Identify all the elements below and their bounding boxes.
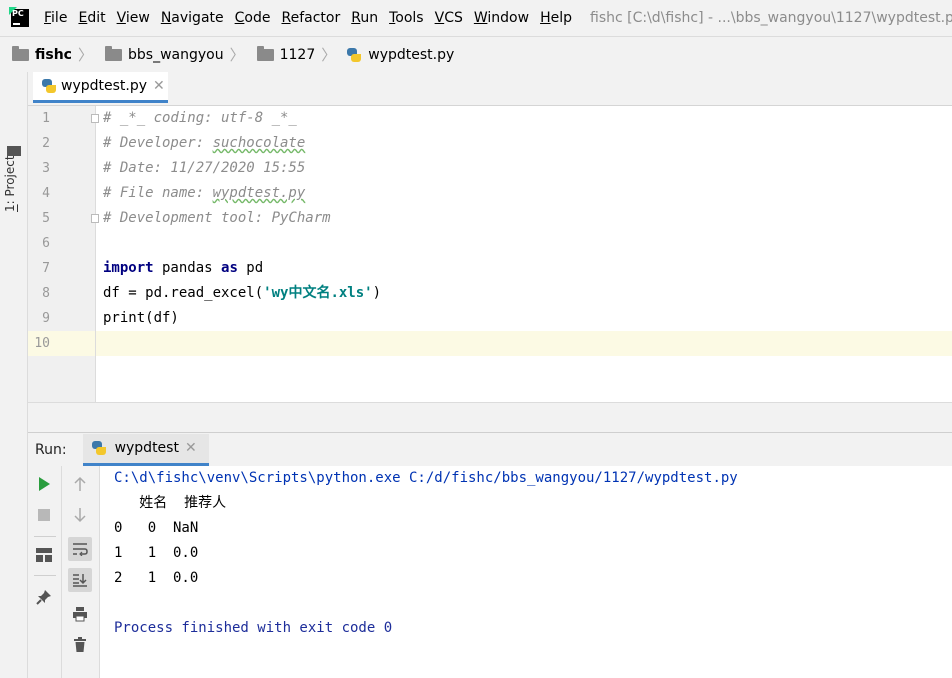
console-line-command: C:\d\fishc\venv\Scripts\python.exe C:/d/…	[114, 470, 738, 486]
arrow-down-icon	[74, 508, 86, 523]
python-file-icon	[346, 47, 362, 63]
menu-run[interactable]: Run	[351, 10, 378, 26]
menu-refactor[interactable]: Refactor	[281, 10, 340, 26]
current-line-highlight	[28, 331, 952, 356]
line-number: 2	[42, 136, 50, 151]
console-line-exit: Process finished with exit code 0	[114, 620, 393, 636]
scroll-to-end-button[interactable]	[68, 568, 92, 592]
breadcrumb: fishc 〉 bbs_wangyou 〉 1127 〉 wypdtest.py	[0, 36, 952, 73]
console-line-row: 2 1 0.0	[114, 570, 199, 586]
folder-icon	[105, 45, 122, 61]
breadcrumb-item-file[interactable]: wypdtest.py	[336, 47, 454, 63]
menu-bar: PC File Edit View Navigate Code Refactor…	[0, 0, 952, 36]
console-line-row: 0 0 NaN	[114, 520, 199, 536]
play-icon	[38, 477, 50, 491]
layout-button[interactable]	[32, 543, 56, 567]
folder-icon	[256, 45, 274, 61]
menu-help[interactable]: Help	[540, 10, 572, 26]
python-file-icon	[91, 440, 107, 456]
code-line-1: # _*_ coding: utf-8 _*_	[103, 110, 297, 126]
menu-file[interactable]: File	[44, 10, 67, 26]
print-button[interactable]	[68, 602, 92, 626]
console-line-row: 1 1 0.0	[114, 545, 199, 561]
line-number: 7	[42, 261, 50, 276]
run-console[interactable]: C:\d\fishc\venv\Scripts\python.exe C:/d/…	[100, 466, 952, 678]
run-title: Run:	[35, 441, 67, 458]
print-icon	[73, 607, 87, 622]
menu-view[interactable]: View	[117, 10, 150, 26]
breadcrumb-item-fishc[interactable]: fishc 〉	[0, 44, 93, 65]
close-icon[interactable]: ✕	[185, 440, 197, 456]
up-button[interactable]	[68, 472, 92, 496]
fold-marker-icon[interactable]	[91, 114, 99, 123]
run-toolbar-secondary	[62, 466, 100, 678]
line-number: 8	[42, 286, 50, 301]
close-icon[interactable]: ✕	[153, 78, 165, 94]
pin-tab-button[interactable]	[32, 585, 56, 609]
clear-all-button[interactable]	[68, 633, 92, 657]
left-tool-strip: 1: Project	[0, 72, 28, 678]
line-number: 1	[42, 111, 50, 126]
code-line-7: import pandas as pd	[103, 260, 264, 276]
run-tab-wypdtest[interactable]: wypdtest ✕	[82, 433, 209, 466]
code-editor[interactable]: 1 2 3 4 5 6 7 8 9 10 # _*_ coding: utf-8…	[28, 106, 952, 402]
python-file-icon	[41, 78, 57, 94]
line-number: 9	[42, 311, 50, 326]
line-number: 3	[42, 161, 50, 176]
menu-tools[interactable]: Tools	[389, 10, 424, 26]
trash-icon	[74, 637, 86, 652]
arrow-up-icon	[74, 476, 86, 491]
code-line-9: print(df)	[103, 310, 179, 326]
soft-wrap-icon	[73, 543, 88, 556]
pycharm-logo-icon: PC	[9, 7, 29, 27]
line-number: 5	[42, 211, 50, 226]
separator	[34, 575, 56, 576]
chevron-right-icon: 〉	[77, 46, 93, 64]
layout-icon	[36, 548, 52, 562]
stop-button[interactable]	[32, 503, 56, 527]
code-line-5: # Development tool: PyCharm	[103, 210, 331, 226]
console-line-header: 姓名 推荐人	[114, 495, 227, 511]
down-button[interactable]	[68, 503, 92, 527]
line-number: 10	[34, 336, 50, 351]
scroll-to-end-icon	[73, 574, 87, 587]
menu-edit[interactable]: Edit	[78, 10, 105, 26]
fold-marker-icon[interactable]	[91, 214, 99, 223]
editor-bottom-gap	[28, 402, 952, 433]
tab-wypdtest-py[interactable]: wypdtest.py ✕	[33, 72, 168, 103]
code-line-4: # File name: wypdtest.py	[103, 185, 306, 201]
breadcrumb-item-bbs-wangyou[interactable]: bbs_wangyou 〉	[93, 44, 245, 65]
code-line-2: # Developer: suchocolate	[103, 135, 306, 151]
window-title: fishc [C:\d\fishc] - ...\bbs_wangyou\112…	[590, 10, 952, 26]
menu-navigate[interactable]: Navigate	[161, 10, 224, 26]
rerun-button[interactable]	[32, 472, 56, 496]
folder-icon	[12, 45, 29, 61]
pin-icon	[36, 590, 51, 605]
code-line-8: df = pd.read_excel('wy中文名.xls')	[103, 285, 382, 301]
folder-icon[interactable]	[7, 146, 21, 156]
menu-code[interactable]: Code	[235, 10, 271, 26]
line-number: 6	[42, 236, 50, 251]
menu-window[interactable]: Window	[474, 10, 529, 26]
line-number: 4	[42, 186, 50, 201]
separator	[34, 536, 56, 537]
soft-wrap-button[interactable]	[68, 537, 92, 561]
editor-tab-bar: wypdtest.py ✕	[28, 72, 952, 106]
stop-icon	[38, 509, 50, 521]
code-line-3: # Date: 11/27/2020 15:55	[103, 160, 306, 176]
menu-vcs[interactable]: VCS	[435, 10, 463, 26]
run-toolbar-primary	[28, 466, 62, 678]
run-panel-header: Run: wypdtest ✕	[28, 432, 952, 467]
breadcrumb-item-1127[interactable]: 1127 〉	[245, 44, 337, 65]
project-tool-button[interactable]: 1: Project	[3, 152, 17, 212]
chevron-right-icon: 〉	[321, 46, 337, 64]
chevron-right-icon: 〉	[229, 46, 245, 64]
